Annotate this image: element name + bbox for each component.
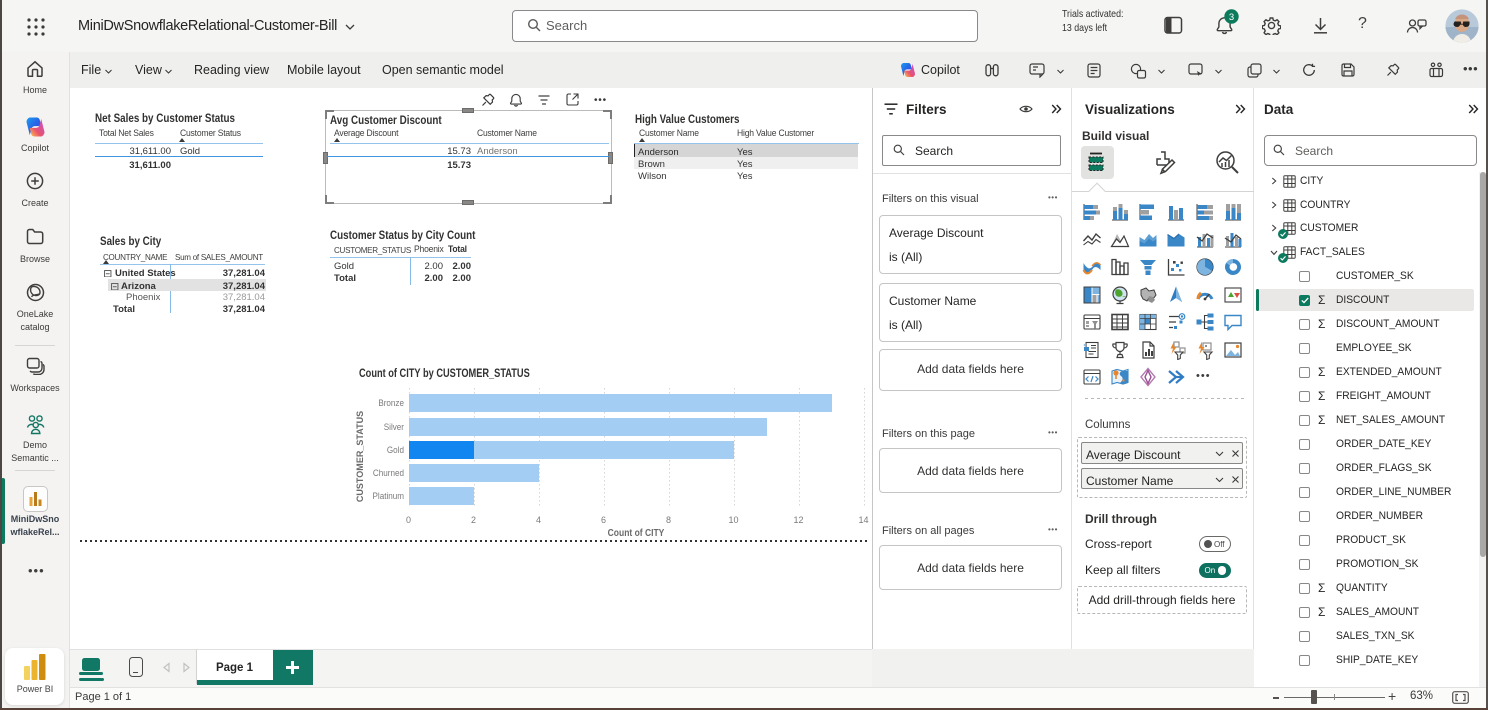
svg-text:3: 3 [1229,12,1234,23]
